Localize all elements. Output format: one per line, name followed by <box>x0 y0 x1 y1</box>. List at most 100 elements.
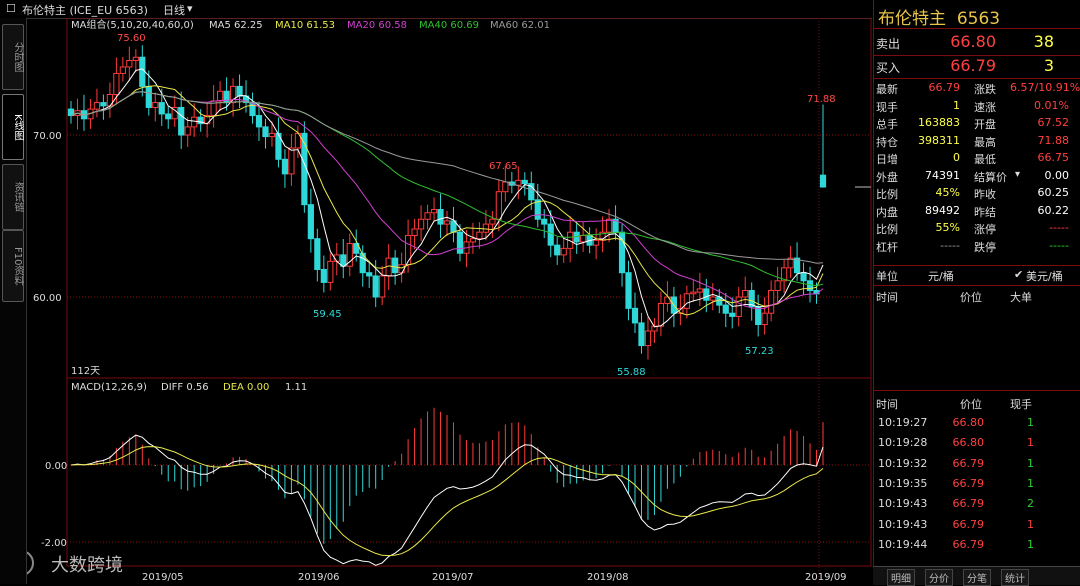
stat-label: 总手 <box>876 118 898 131</box>
stat-value: 45% <box>935 186 960 199</box>
candle-body <box>184 126 191 136</box>
candle-body <box>320 268 327 283</box>
tab-stats[interactable]: 统计 <box>1001 569 1029 586</box>
candle-body <box>631 307 639 324</box>
candle-body <box>580 234 587 243</box>
candle-body <box>729 312 736 317</box>
candle-body <box>541 218 548 225</box>
watermark-logo: 大数跨境 <box>27 551 123 576</box>
stat-label: 最高 <box>974 135 996 149</box>
candle-body <box>191 116 198 128</box>
ma10-label: MA10 61.53 <box>275 20 335 31</box>
instrument-title: 布伦特主 (ICE_EU 6563) <box>22 4 148 17</box>
trade-time: 10:19:32 <box>878 456 928 470</box>
candle-body <box>268 132 276 138</box>
candle-body <box>158 102 165 115</box>
macd-name-label: MACD(12,26,9) <box>71 382 147 393</box>
trade-time: 10:19:43 <box>878 497 928 511</box>
candle-body <box>379 275 386 298</box>
stat-label: 比例 <box>876 188 898 201</box>
candle-body <box>165 113 172 120</box>
big-order-header: 时间 价位 大单 <box>874 289 1080 305</box>
stat-value: 67.52 <box>1037 116 1070 129</box>
stat-label: 比例 <box>876 223 898 236</box>
stats-row: 现手 1 速涨 0.01% <box>874 98 1080 115</box>
unit-yuan-option[interactable]: 元/桶 <box>928 268 954 284</box>
trade-row: 10:19:43 66.79 1 <box>874 517 1080 535</box>
tab-ticks[interactable]: 分笔 <box>963 569 991 586</box>
candle-body <box>469 238 477 243</box>
annotation-high: 67.65 <box>489 161 518 172</box>
chevron-down-icon[interactable]: ▾ <box>187 2 193 15</box>
chevron-down-icon[interactable]: ▾ <box>1015 169 1020 180</box>
annotation-low: 59.45 <box>313 309 342 320</box>
candle-body <box>372 275 379 298</box>
x-tick-label: 2019/08 <box>587 572 629 583</box>
stats-row: 外盘 74391 结算价 0.00 <box>874 168 1080 185</box>
stat-value: 0 <box>953 151 960 164</box>
trade-row: 10:19:32 66.79 1 <box>874 456 1080 474</box>
period-selector[interactable]: 日线 <box>163 2 185 18</box>
buy-volume: 3 <box>1043 56 1054 75</box>
stat-value: 89492 <box>925 203 960 217</box>
check-icon: ✔ <box>1014 268 1024 281</box>
candle-body <box>398 264 405 274</box>
stat-value: 0.01% <box>1034 98 1069 112</box>
ma5-label: MA5 62.25 <box>209 20 263 31</box>
tab-price-dist[interactable]: 分价 <box>925 569 953 586</box>
tab-f10[interactable]: F10资料 <box>2 230 24 302</box>
candle-body <box>411 228 418 236</box>
buy-label: 买入 <box>876 61 901 75</box>
tab-kline[interactable]: K线图 <box>2 94 24 160</box>
stat-value: 55% <box>935 221 960 234</box>
col-price: 价位 <box>960 398 982 411</box>
candle-body <box>93 102 101 110</box>
y-tick-label: 70.00 <box>33 131 62 142</box>
checkbox-icon[interactable]: ☐ <box>6 2 16 15</box>
unit-usd-option[interactable]: 美元/桶 <box>1026 268 1063 284</box>
ma-group-label[interactable]: MA组合(5,10,20,40,60,0) <box>71 18 194 31</box>
candle-body <box>262 126 269 138</box>
trade-header: 时间 价位 现手 <box>874 396 1080 412</box>
detail-tabs: 明细 分价 分笔 统计 <box>873 566 1080 586</box>
candle-body <box>405 234 412 266</box>
candle-body <box>638 322 645 347</box>
trade-row: 10:19:35 66.79 1 <box>874 476 1080 494</box>
x-tick-label: 2019/09 <box>805 572 847 583</box>
buy-price: 66.79 <box>950 56 996 75</box>
tab-news[interactable]: 资讯链 <box>2 164 24 230</box>
buy-row: 买入 66.79 3 <box>874 56 1080 78</box>
candle-body <box>392 257 399 274</box>
candle-body <box>742 290 749 298</box>
stat-value: 66.79 <box>928 81 961 94</box>
view-tabs: 分时图 K线图 资讯链 F10资料 <box>0 18 27 584</box>
stat-label: 杠杆 <box>876 240 898 254</box>
stat-value: 74391 <box>925 168 960 182</box>
candle-body <box>132 56 139 61</box>
macd-diff-label: DIFF 0.56 <box>161 382 209 393</box>
candle-body <box>489 218 496 225</box>
kline-chart[interactable]: 70.00 60.00 0.00 -2.00 2019/05 2019/06 2… <box>27 18 872 584</box>
stat-label: 跌停 <box>974 240 996 254</box>
candle-body <box>690 291 697 295</box>
candle-body <box>314 238 321 270</box>
annotation-low: 55.88 <box>617 367 646 378</box>
candle-body <box>417 218 425 230</box>
trade-volume: 1 <box>1027 436 1034 450</box>
tab-timeshare[interactable]: 分时图 <box>2 24 24 90</box>
quote-panel: 布伦特主 6563 卖出 66.80 38 买入 66.79 3 最新 66.79… <box>873 0 1080 584</box>
candle-body <box>456 231 464 254</box>
trade-time: 10:19:35 <box>878 476 928 490</box>
candle-body <box>217 90 224 102</box>
trade-volume: 1 <box>1027 416 1034 429</box>
tab-detail[interactable]: 明细 <box>887 569 915 586</box>
stat-label: 现手 <box>876 100 898 114</box>
trade-volume: 1 <box>1027 517 1034 531</box>
stat-label[interactable]: 结算价 <box>974 169 1007 185</box>
candle-body <box>113 72 120 95</box>
trade-volume: 1 <box>1027 456 1034 470</box>
candle-body <box>340 254 347 267</box>
trade-row: 10:19:27 66.80 1 <box>874 415 1080 433</box>
stat-value: 60.25 <box>1037 186 1070 199</box>
col-big-order: 大单 <box>1010 291 1032 304</box>
